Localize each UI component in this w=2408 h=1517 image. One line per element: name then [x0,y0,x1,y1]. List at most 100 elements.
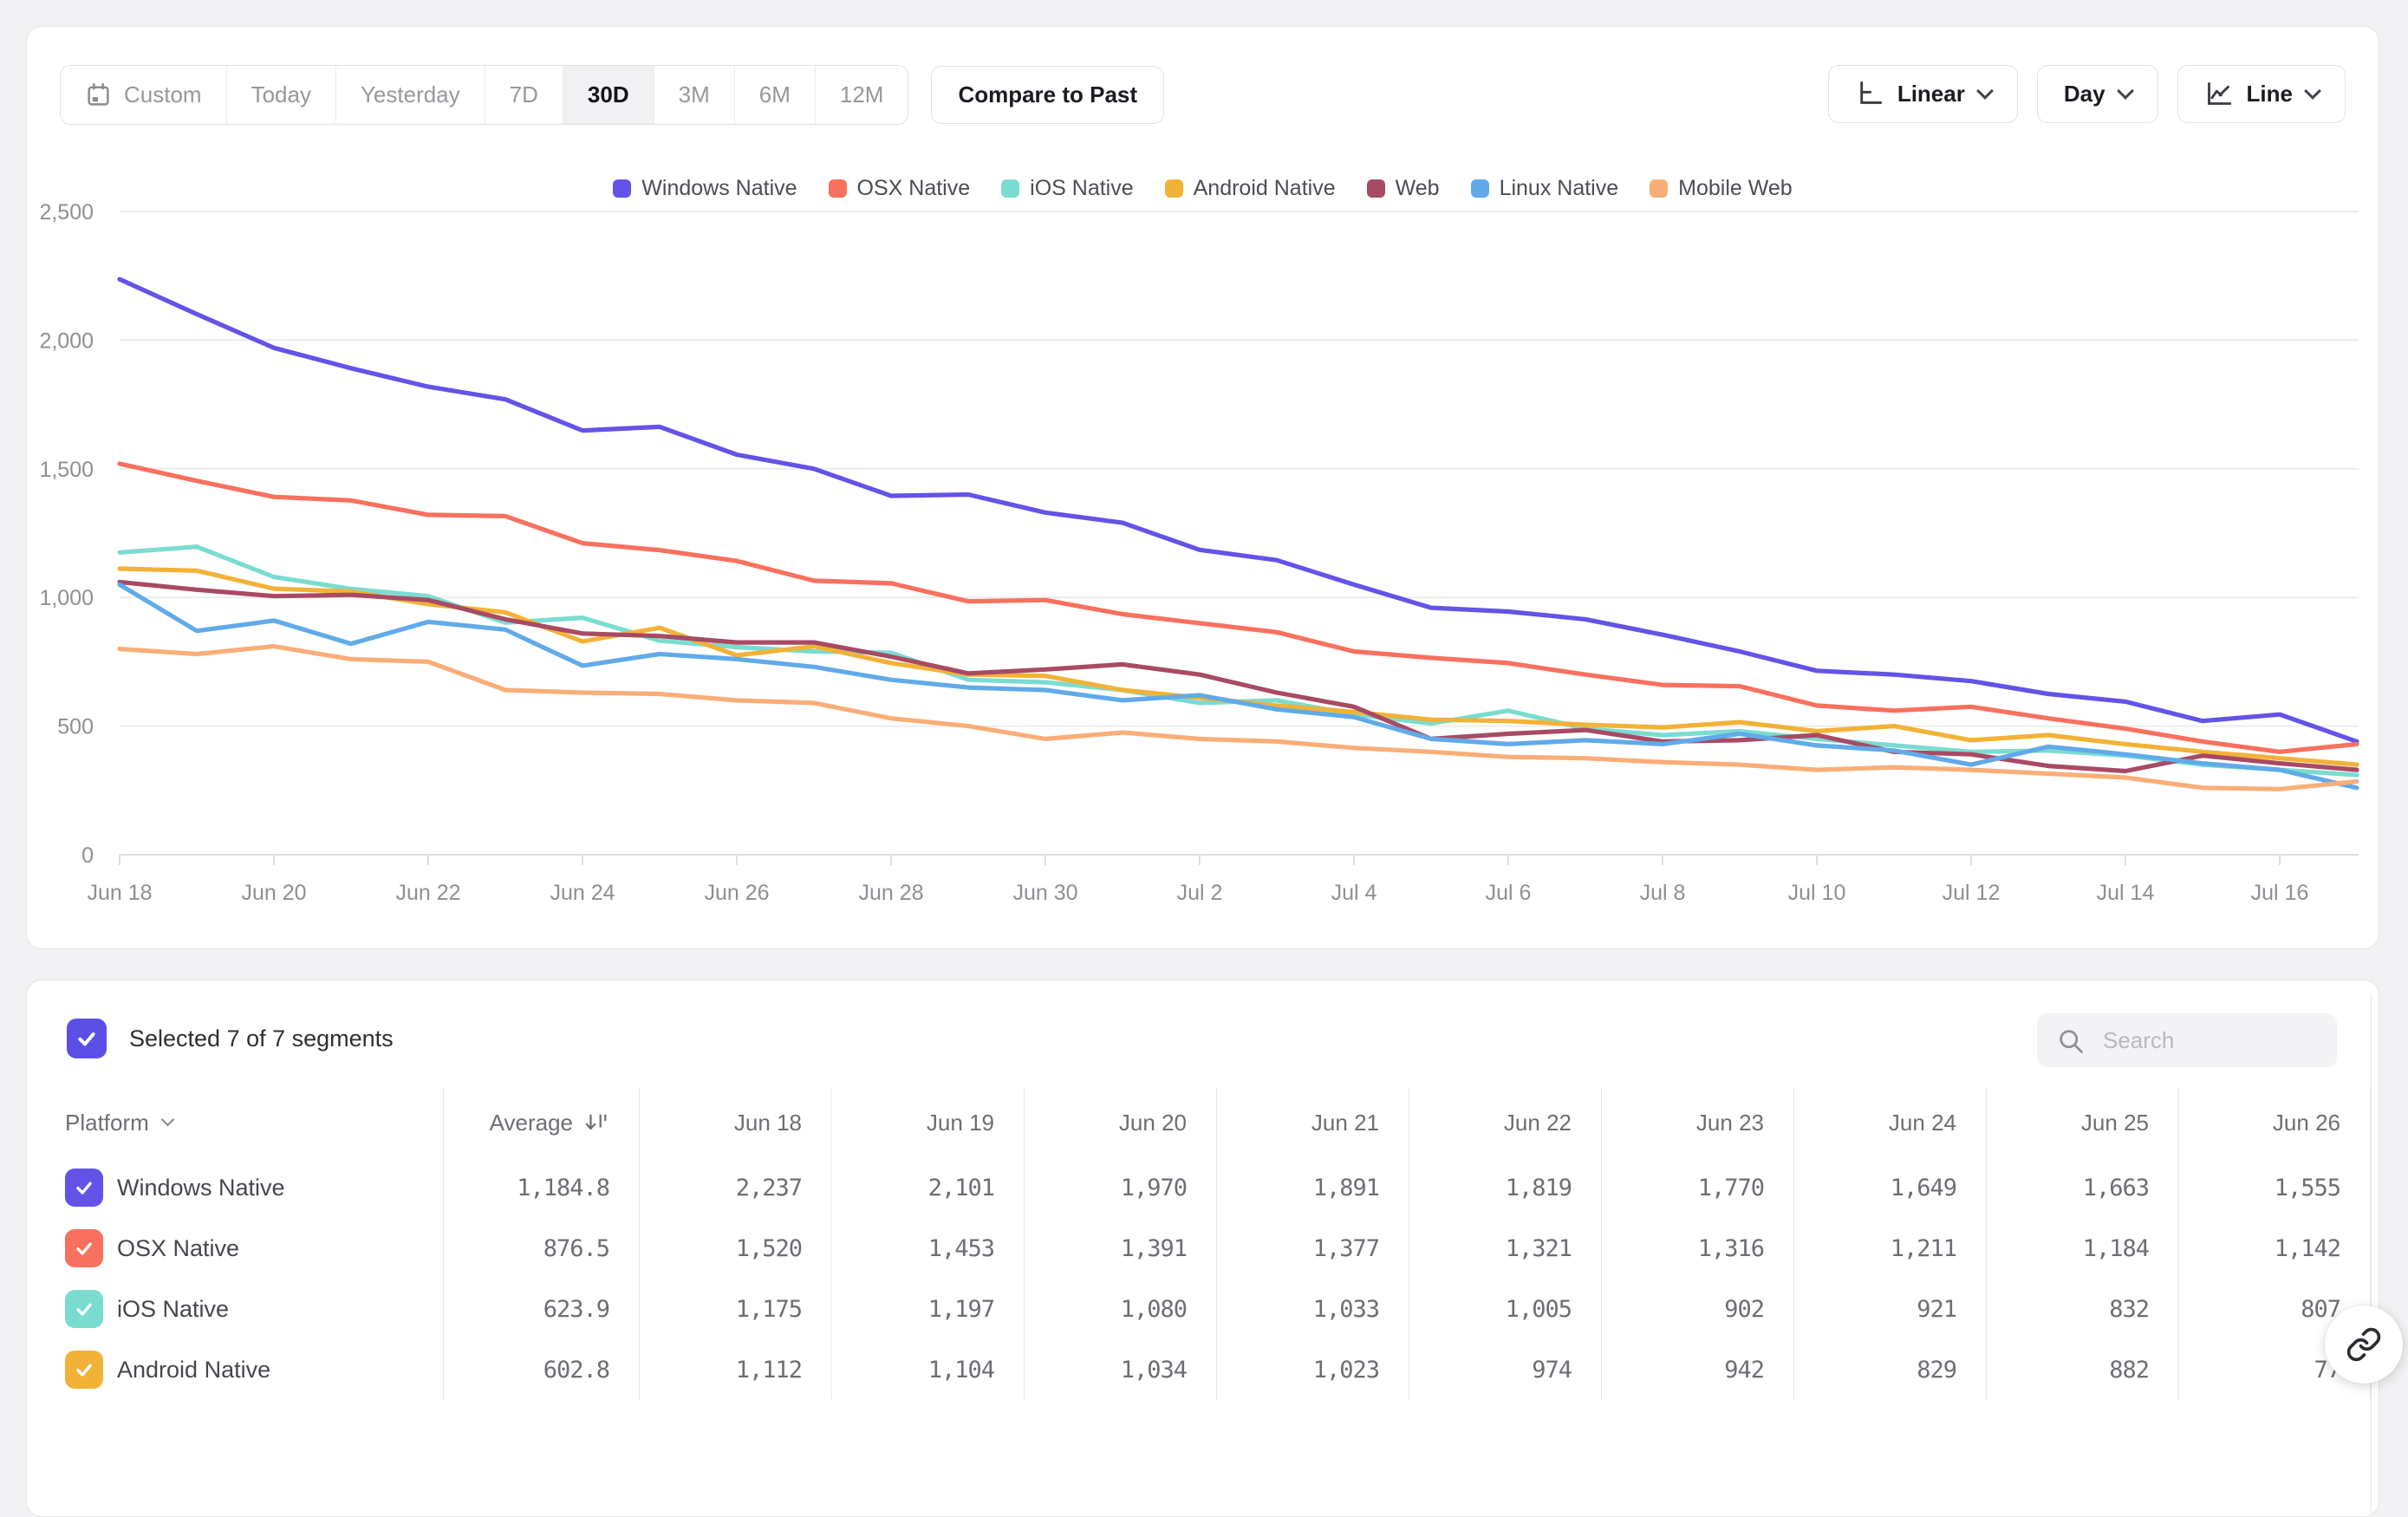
search-input[interactable] [2101,1026,2321,1055]
select-all-checkbox[interactable] [67,1019,107,1058]
day-value: 1,142 [2275,1235,2340,1262]
day-value: 902 [1724,1296,1764,1323]
value-cell: 1,391 [1024,1218,1216,1279]
day-value: 1,211 [1891,1235,1956,1262]
day-value: 1,321 [1506,1235,1572,1262]
average-value: 602.8 [543,1357,609,1384]
day-column-header: Jun 23 [1601,1088,1793,1157]
x-axis-tick-label: Jun 26 [704,881,769,905]
x-axis-tick-label: Jun 20 [241,881,306,905]
segments-table-card: Selected 7 of 7 segments PlatformAverage… [26,980,2379,1517]
value-cell: 1,034 [1024,1339,1216,1400]
platform-cell: Windows Native [27,1157,443,1218]
day-value: 1,080 [1121,1296,1187,1323]
x-axis-tick-label: Jul 12 [1943,881,2001,905]
x-axis-tick-label: Jun 28 [858,881,923,905]
segments-table: PlatformAverageJun 18Jun 19Jun 20Jun 21J… [27,1088,2379,1400]
day-value: 1,112 [736,1357,802,1384]
platform-header-label: Platform [65,1110,149,1136]
x-axis-tick-label: Jun 22 [395,881,460,905]
copy-link-button[interactable] [2325,1305,2403,1384]
day-header-label: Jun 24 [1889,1110,1956,1136]
y-axis-tick-label: 2,500 [39,200,94,225]
value-cell: 829 [1793,1339,1986,1400]
platform-cell: iOS Native [27,1279,443,1339]
day-value: 1,649 [1891,1175,1956,1201]
day-header-label: Jun 20 [1119,1110,1187,1136]
segment-name: OSX Native [117,1235,239,1262]
y-axis-tick-label: 0 [81,843,94,868]
day-value: 921 [1917,1296,1956,1323]
platform-header[interactable]: Platform [27,1088,443,1157]
day-value: 2,101 [928,1175,994,1201]
day-header-label: Jun 26 [2273,1110,2340,1136]
value-cell: 921 [1793,1279,1986,1339]
value-cell: 832 [1986,1279,2178,1339]
value-cell: 1,142 [2178,1218,2371,1279]
x-axis-tick-label: Jun 24 [550,881,615,905]
day-value: 1,453 [928,1235,994,1262]
value-cell: 882 [1986,1339,2178,1400]
value-cell: 1,023 [1216,1339,1409,1400]
day-column-header: Jun 25 [1986,1088,2178,1157]
value-cell: 2,101 [831,1157,1024,1218]
day-header-label: Jun 19 [927,1110,994,1136]
table-row: Android Native 602.8 1,112 1,104 1,034 1,023 9… [27,1339,2379,1400]
day-value: 1,891 [1313,1175,1379,1201]
day-value: 1,970 [1121,1175,1187,1201]
day-column-header: Jun 22 [1409,1088,1601,1157]
day-header-label: Jun 25 [2081,1110,2149,1136]
day-value: 1,005 [1506,1296,1572,1323]
segment-checkbox[interactable] [65,1290,103,1328]
value-cell: 1,891 [1216,1157,1409,1218]
day-column-header: Jun 26 [2178,1088,2371,1157]
day-value: 1,520 [736,1235,802,1262]
average-cell: 1,184.8 [443,1157,639,1218]
platform-cell: Android Native [27,1339,443,1400]
table-row: Windows Native 1,184.82,237 2,101 1,970 1,89… [27,1157,2379,1218]
day-column-header: Jun 24 [1793,1088,1986,1157]
link-icon [2346,1326,2382,1363]
average-header-label: Average [490,1110,573,1136]
search-icon [2056,1026,2086,1056]
value-cell: 1,316 [1601,1218,1793,1279]
day-value: 1,555 [2275,1175,2340,1201]
day-header-label: Jun 22 [1504,1110,1572,1136]
average-header[interactable]: Average [443,1088,639,1157]
value-cell: 1,377 [1216,1218,1409,1279]
segment-name: iOS Native [117,1296,229,1323]
chart-card: CustomTodayYesterday7D30D3M6M12M Compare… [26,26,2379,949]
day-value: 1,034 [1121,1357,1187,1384]
line-chart: 05001,0001,5002,0002,500Jun 18Jun 20Jun … [27,27,2378,946]
check-icon [74,1299,94,1319]
day-value: 1,819 [1506,1175,1572,1201]
series-line-linux-native [120,584,2357,787]
series-line-web [120,582,2357,771]
x-axis-tick-label: Jun 18 [87,881,152,905]
day-value: 1,175 [736,1296,802,1323]
day-value: 974 [1532,1357,1572,1384]
value-cell: 1,663 [1986,1157,2178,1218]
segment-checkbox[interactable] [65,1169,103,1207]
y-axis-tick-label: 1,500 [39,458,94,482]
value-cell: 1,104 [831,1339,1024,1400]
average-value: 876.5 [543,1235,609,1262]
segment-checkbox[interactable] [65,1229,103,1267]
segment-checkbox[interactable] [65,1351,103,1389]
value-cell: 1,033 [1216,1279,1409,1339]
value-cell: 1,819 [1409,1157,1601,1218]
value-cell: 1,112 [639,1339,831,1400]
y-axis-tick-label: 500 [57,715,94,739]
value-cell: 1,005 [1409,1279,1601,1339]
value-cell: 2,237 [639,1157,831,1218]
day-column-header: Jun 19 [831,1088,1024,1157]
average-value: 623.9 [543,1296,609,1323]
chevron-down-icon [161,1113,175,1127]
value-cell: 1,520 [639,1218,831,1279]
segment-name: Windows Native [117,1175,285,1201]
x-axis-tick-label: Jul 16 [2251,881,2309,905]
table-row: OSX Native 876.5 1,520 1,453 1,3911,377 1,321… [27,1218,2379,1279]
day-value: 942 [1724,1357,1764,1384]
x-axis-tick-label: Jul 2 [1177,881,1223,905]
value-cell: 1,555 [2178,1157,2371,1218]
